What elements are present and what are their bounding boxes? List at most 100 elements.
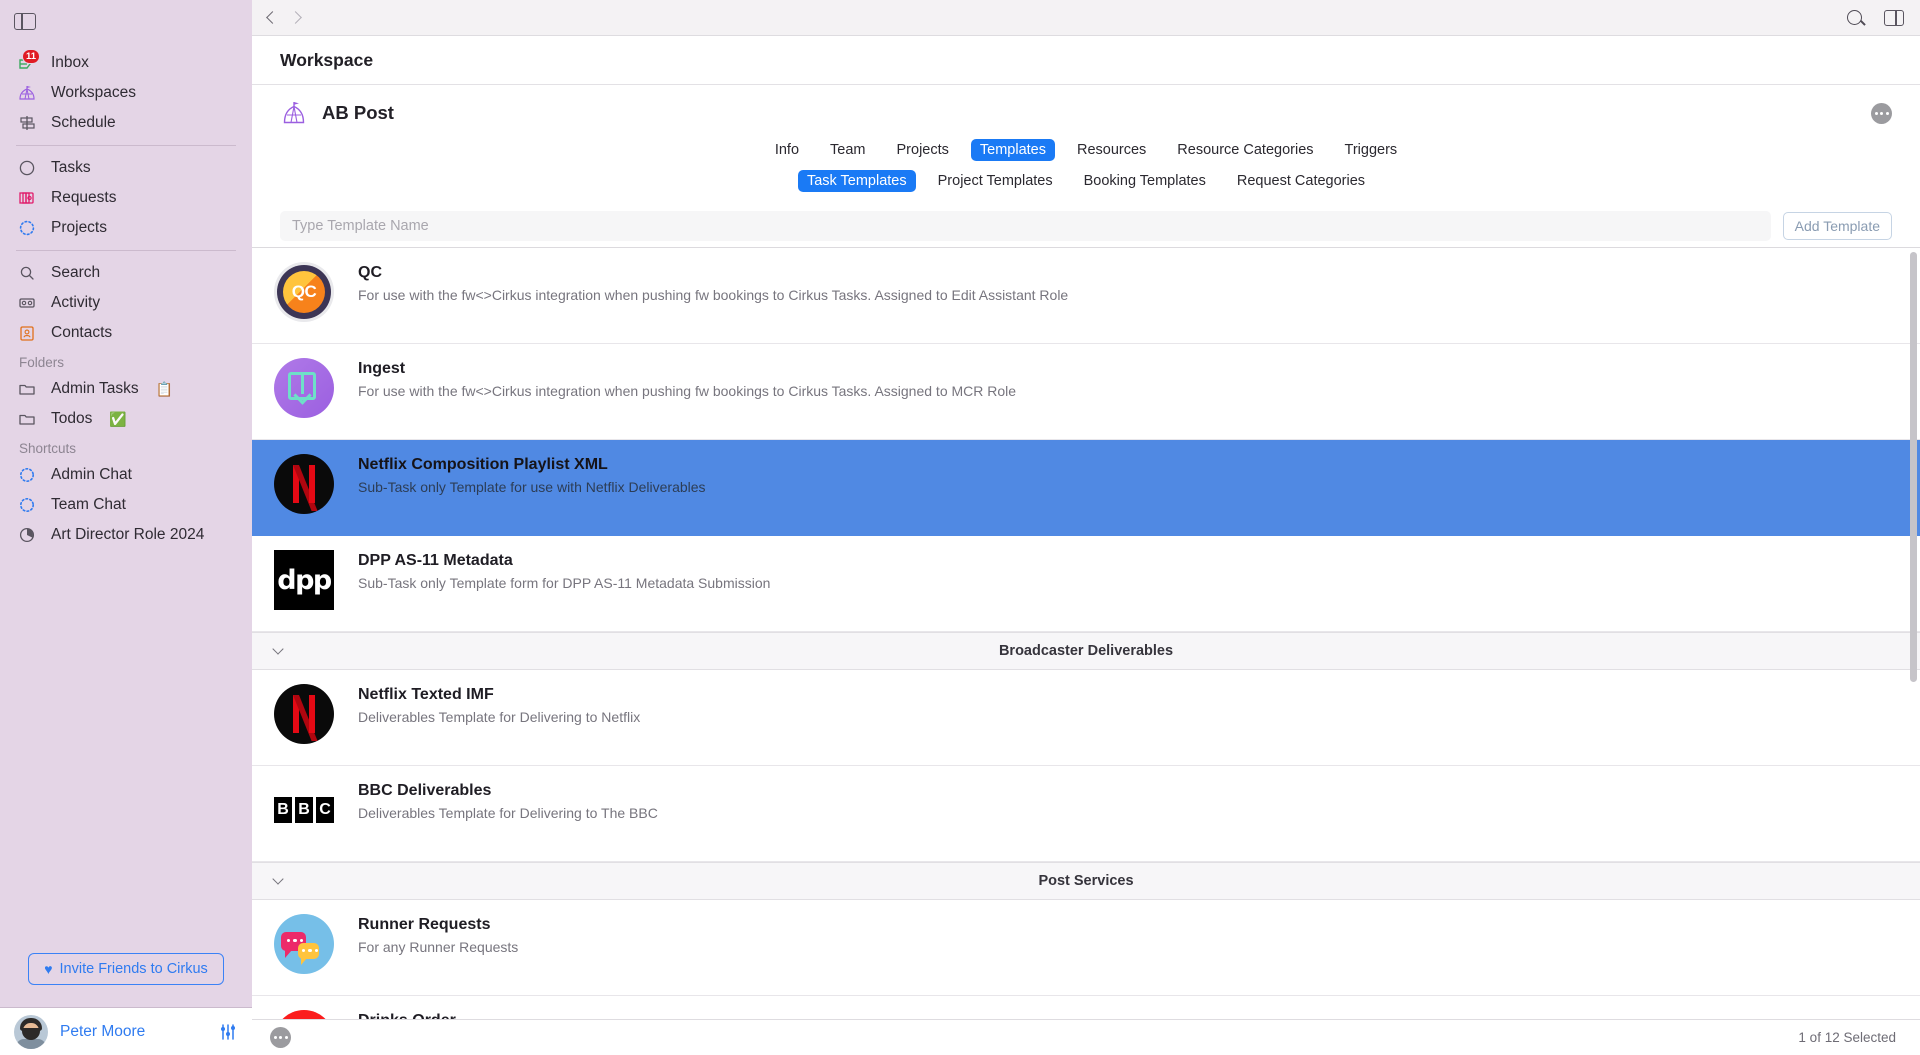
tabs: Info Team Projects Templates Resources R… [252, 137, 1920, 167]
table-row[interactable]: dpp DPP AS-11 Metadata Sub-Task only Tem… [252, 536, 1920, 632]
check-mark-icon: ✅ [109, 410, 127, 427]
nav-arrows [266, 11, 302, 24]
sidebar-item-search[interactable]: Search [0, 258, 252, 288]
sidebar-folder-admin-tasks[interactable]: Admin Tasks 📋 [0, 374, 252, 404]
sliders-icon[interactable] [218, 1022, 238, 1042]
template-title: BBC Deliverables [358, 782, 492, 799]
template-title: Netflix Composition Playlist XML [358, 456, 608, 473]
table-row[interactable]: Runner Requests For any Runner Requests [252, 900, 1920, 996]
sidebar-item-tasks[interactable]: Tasks [0, 153, 252, 183]
subtab-project-templates[interactable]: Project Templates [929, 170, 1062, 192]
sidebar-item-inbox[interactable]: 11 Inbox [0, 48, 252, 78]
invite-button-label: Invite Friends to Cirkus [59, 961, 208, 977]
template-list[interactable]: QC QC For use with the fw<>Cirkus integr… [252, 248, 1920, 1019]
sidebar-shortcut-admin-chat[interactable]: Admin Chat [0, 460, 252, 490]
invite-section: ♥ Invite Friends to Cirkus [0, 953, 252, 1007]
more-options-icon[interactable] [1871, 102, 1892, 124]
sidebar-item-contacts[interactable]: Contacts [0, 318, 252, 348]
add-template-button[interactable]: Add Template [1782, 211, 1892, 240]
tab-team[interactable]: Team [821, 139, 874, 161]
pie-icon [16, 524, 38, 546]
chevron-left-icon[interactable] [266, 11, 279, 24]
tab-resources[interactable]: Resources [1068, 139, 1155, 161]
template-subtitle: Deliverables Template for Delivering to … [358, 709, 641, 725]
section-header-post-services[interactable]: Post Services [252, 862, 1920, 900]
more-options-icon[interactable] [270, 1027, 291, 1048]
page-title-row: Workspace [252, 36, 1920, 85]
sidebar-item-label: Projects [51, 219, 107, 236]
user-name[interactable]: Peter Moore [60, 1023, 206, 1041]
sidebar-item-requests[interactable]: Requests [0, 183, 252, 213]
template-subtitle: For use with the fw<>Cirkus integration … [358, 383, 1017, 399]
section-title: Post Services [1038, 873, 1134, 889]
selection-status: 1 of 12 Selected [1798, 1030, 1896, 1045]
main-content: Workspace AB Post Info Team Projects Tem… [252, 0, 1920, 1055]
invite-friends-button[interactable]: ♥ Invite Friends to Cirkus [28, 953, 224, 985]
template-title: Netflix Texted IMF [358, 686, 494, 703]
avatar[interactable] [14, 1014, 48, 1049]
clipboard-icon: 📋 [155, 380, 174, 397]
bbc-logo: BBC [274, 780, 334, 840]
sidebar-item-label: Art Director Role 2024 [51, 526, 205, 543]
dotted-circle-icon [16, 494, 38, 516]
chevron-down-icon[interactable] [272, 643, 284, 655]
user-bar[interactable]: Peter Moore [0, 1007, 252, 1055]
sidebar-item-label: Search [51, 264, 101, 281]
sidebar-shortcut-art-director-role[interactable]: Art Director Role 2024 [0, 520, 252, 550]
subtab-task-templates[interactable]: Task Templates [797, 170, 916, 192]
table-row[interactable]: Ingest For use with the fw<>Cirkus integ… [252, 344, 1920, 440]
sidebar: 11 Inbox Workspaces Schedule Tasks Reque… [0, 0, 252, 1055]
template-name-input[interactable] [280, 210, 1771, 241]
schedule-icon [16, 112, 38, 134]
sidebar-shortcuts-title: Shortcuts [19, 441, 77, 456]
tent-icon [280, 99, 308, 127]
page-title: Workspace [280, 50, 374, 70]
template-title: Ingest [358, 360, 406, 377]
chevron-right-icon[interactable] [289, 11, 302, 24]
panel-toggle-icon[interactable] [14, 12, 36, 30]
sidebar-item-label: Requests [51, 189, 117, 206]
table-row[interactable]: QC QC For use with the fw<>Cirkus integr… [252, 248, 1920, 344]
tab-info[interactable]: Info [766, 139, 808, 161]
table-row[interactable]: Netflix Composition Playlist XML Sub-Tas… [252, 440, 1920, 536]
tab-triggers[interactable]: Triggers [1336, 139, 1407, 161]
table-row[interactable]: Netflix Texted IMF Deliverables Template… [252, 670, 1920, 766]
right-panel-icon[interactable] [1884, 9, 1904, 26]
sidebar-item-activity[interactable]: Activity [0, 288, 252, 318]
section-header-broadcaster-deliverables[interactable]: Broadcaster Deliverables [252, 632, 1920, 670]
sidebar-item-label: Admin Chat [51, 466, 132, 483]
tent-icon [16, 82, 38, 104]
sidebar-divider [16, 250, 236, 251]
chevron-down-icon[interactable] [272, 873, 284, 885]
sidebar-folder-todos[interactable]: Todos ✅ [0, 404, 252, 434]
template-subtitle: Sub-Task only Template for use with Netf… [358, 479, 706, 495]
sidebar-item-label: Contacts [51, 324, 113, 341]
sidebar-divider [16, 145, 236, 146]
sidebar-item-projects[interactable]: Projects [0, 213, 252, 243]
top-bar [252, 0, 1920, 36]
workspace-name: AB Post [322, 102, 394, 123]
table-row[interactable]: BBC BBC Deliverables Deliverables Templa… [252, 766, 1920, 862]
subtab-booking-templates[interactable]: Booking Templates [1075, 170, 1215, 192]
search-icon[interactable] [1847, 10, 1862, 25]
list-scrollbar[interactable] [1910, 252, 1917, 682]
activity-icon [16, 292, 38, 314]
template-subtitle: For any Runner Requests [358, 939, 519, 955]
table-row[interactable]: Drinks Order [252, 996, 1920, 1019]
template-title: Drinks Order [358, 1012, 456, 1019]
netflix-logo [274, 454, 334, 514]
tab-templates[interactable]: Templates [970, 139, 1055, 161]
sidebar-shortcut-team-chat[interactable]: Team Chat [0, 490, 252, 520]
top-bar-actions [1847, 9, 1904, 26]
app-root: 11 Inbox Workspaces Schedule Tasks Reque… [0, 0, 1920, 1055]
workspace-header: AB Post [252, 85, 1920, 137]
sidebar-folders-title: Folders [19, 355, 65, 370]
sidebar-item-label: Admin Tasks [51, 380, 139, 397]
tab-projects[interactable]: Projects [888, 139, 958, 161]
subtab-request-categories[interactable]: Request Categories [1228, 170, 1374, 192]
sidebar-item-workspaces[interactable]: Workspaces [0, 78, 252, 108]
tab-resource-categories[interactable]: Resource Categories [1168, 139, 1322, 161]
sidebar-item-schedule[interactable]: Schedule [0, 108, 252, 138]
sidebar-item-label: Workspaces [51, 84, 136, 101]
template-title: Runner Requests [358, 916, 491, 933]
